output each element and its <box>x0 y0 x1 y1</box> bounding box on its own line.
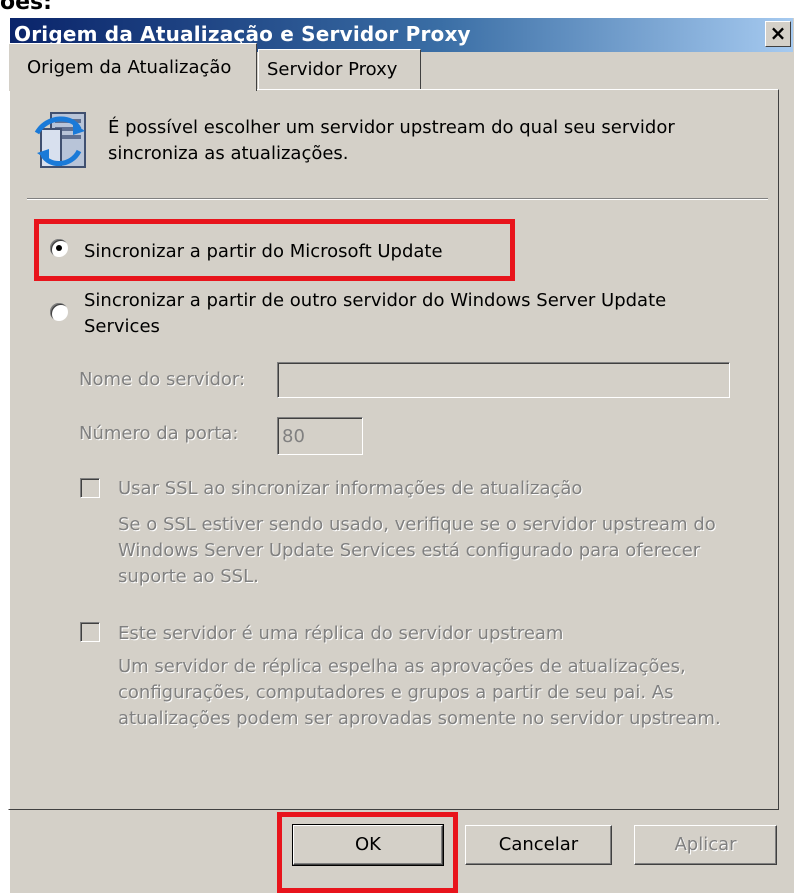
radio-other-server[interactable] <box>50 303 68 321</box>
apply-button[interactable]: Aplicar <box>634 825 777 865</box>
tab-update-source[interactable]: Origem da Atualização <box>8 43 257 91</box>
close-button[interactable]: × <box>765 21 791 47</box>
tab-proxy-server[interactable]: Servidor Proxy <box>258 49 421 89</box>
replica-description: Um servidor de réplica espelha as aprova… <box>118 656 721 729</box>
ssl-checkbox[interactable] <box>80 478 100 498</box>
option-other-server-label[interactable]: Sincronizar a partir de outro servidor d… <box>84 288 724 340</box>
port-label: Número da porta: <box>79 423 239 444</box>
server-name-label: Nome do servidor: <box>79 369 246 390</box>
cropped-top-text: oes: <box>0 0 52 15</box>
close-icon: × <box>769 21 787 45</box>
separator-line <box>27 198 768 200</box>
server-name-input[interactable] <box>277 362 730 398</box>
tab-proxy-server-label: Servidor Proxy <box>267 59 398 80</box>
ssl-checkbox-label[interactable]: Usar SSL ao sincronizar informações de a… <box>118 476 582 502</box>
cancel-button[interactable]: Cancelar <box>465 825 612 865</box>
replica-checkbox-label[interactable]: Este servidor é uma réplica do servidor … <box>118 621 563 647</box>
tab-update-source-label: Origem da Atualização <box>27 57 232 78</box>
option-microsoft-update-label[interactable]: Sincronizar a partir do Microsoft Update <box>84 239 443 265</box>
ok-button[interactable]: OK <box>292 824 444 866</box>
intro-text: É possível escolher um servidor upstream… <box>108 117 675 164</box>
replica-checkbox[interactable] <box>80 622 100 642</box>
port-input[interactable]: 80 <box>277 417 363 455</box>
radio-selected-dot <box>56 245 62 251</box>
radio-microsoft-update[interactable] <box>50 239 68 257</box>
ssl-description: Se o SSL estiver sendo usado, verifique … <box>118 514 716 587</box>
server-sync-icon <box>34 112 86 168</box>
